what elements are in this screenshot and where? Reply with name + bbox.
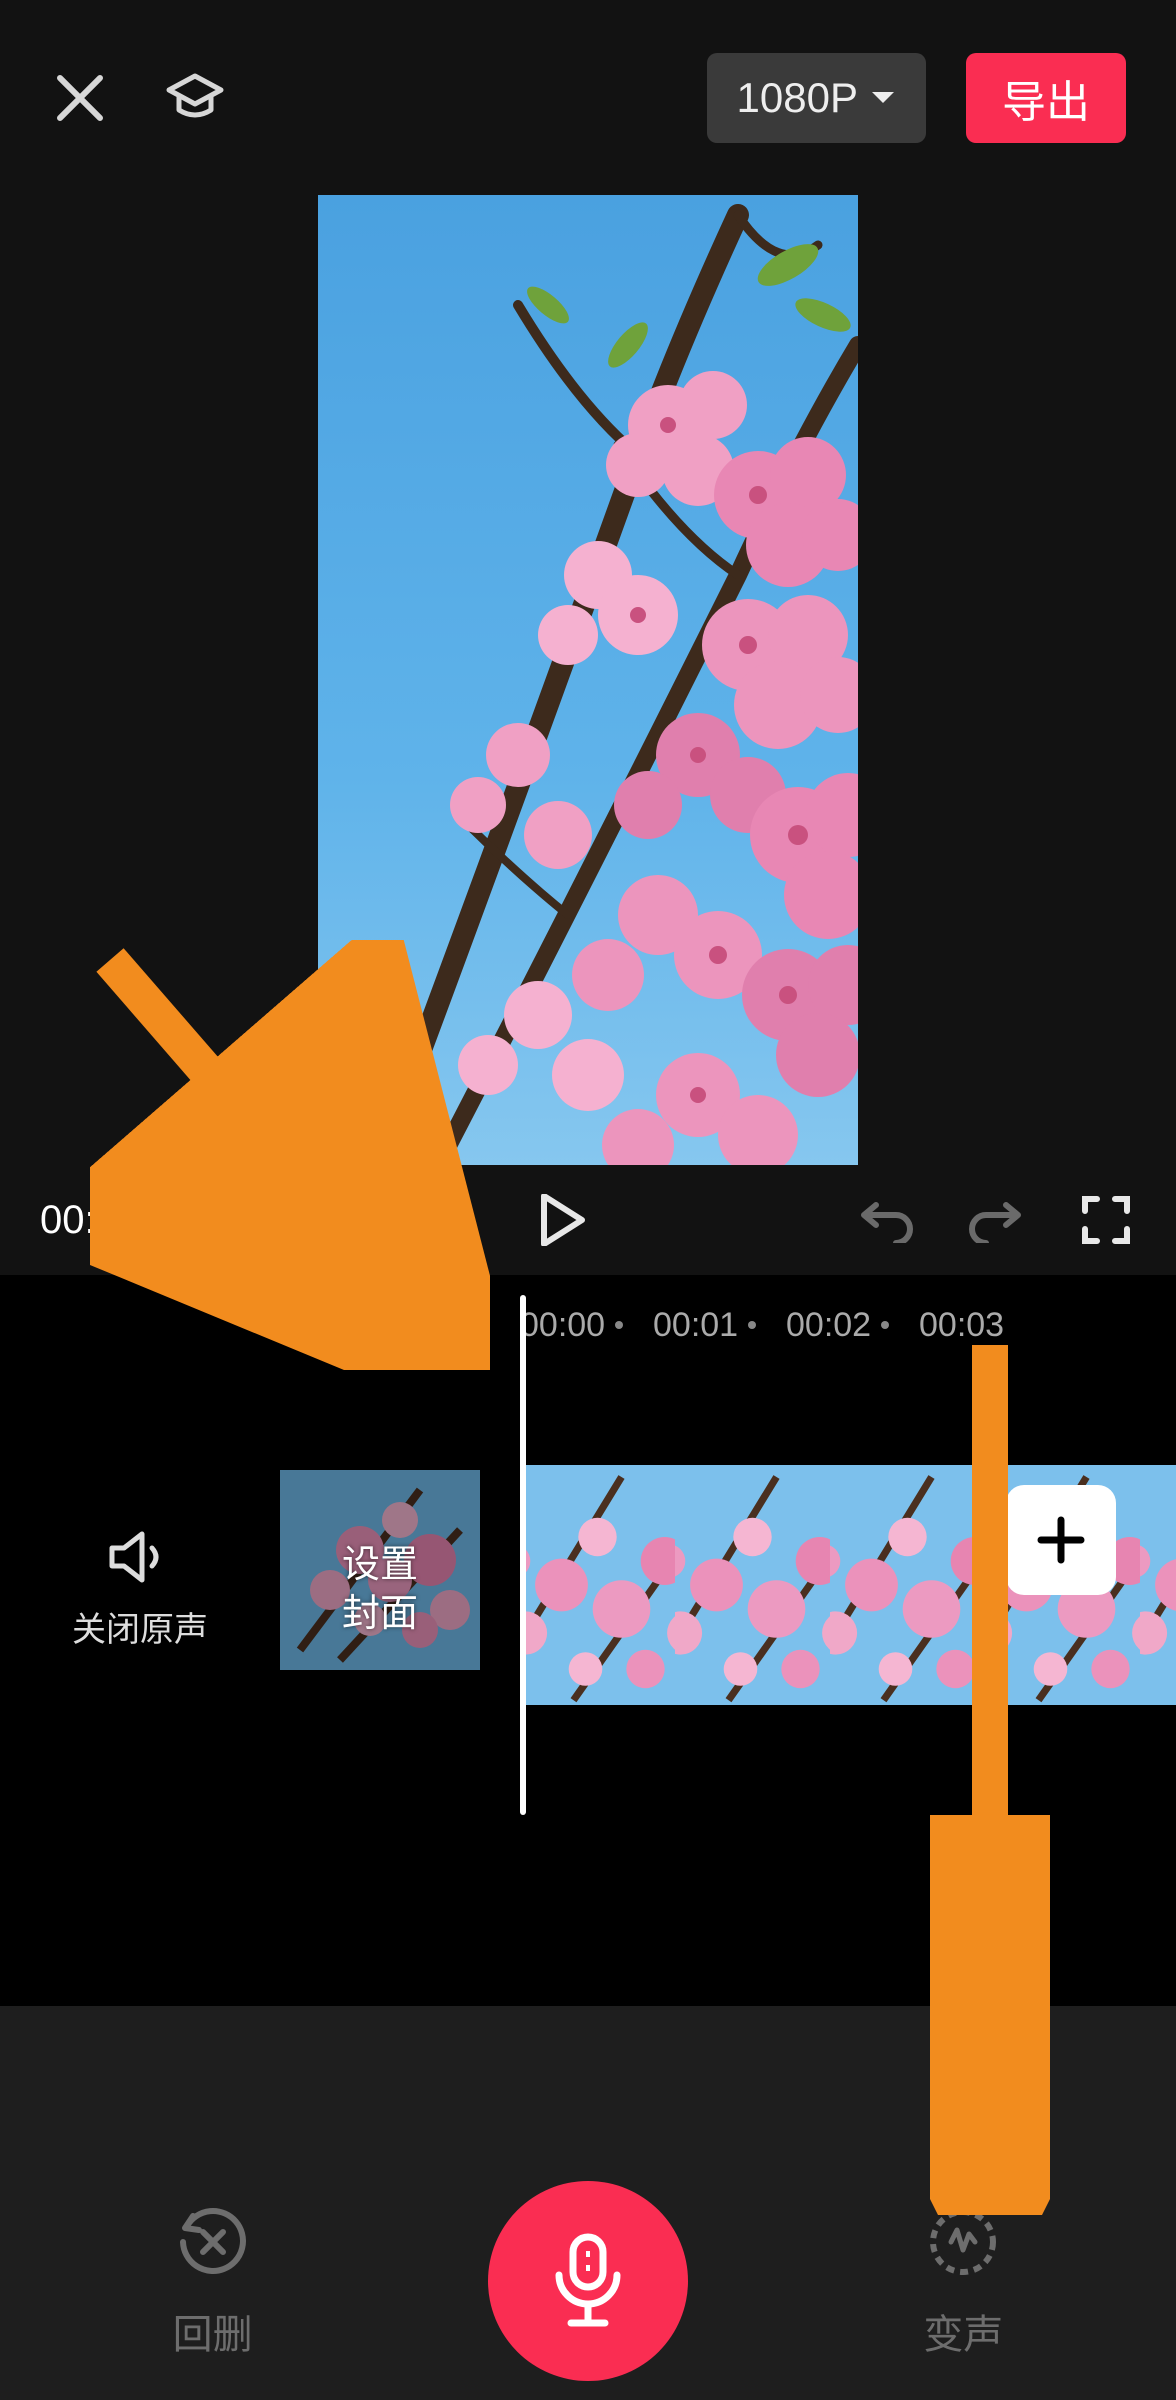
ruler-mark: 00:03 — [919, 1306, 1074, 1345]
undo-icon — [858, 1197, 914, 1243]
clip-frame[interactable] — [675, 1465, 830, 1705]
graduation-cap-icon — [165, 72, 225, 124]
record-button[interactable] — [488, 2181, 688, 2381]
header-bar: 1080P 导出 — [0, 0, 1176, 195]
duration: 00:11 — [173, 1198, 270, 1242]
play-icon — [540, 1194, 586, 1246]
add-clip-button[interactable] — [1006, 1485, 1116, 1595]
preview-content — [318, 195, 858, 1165]
speaker-icon — [108, 1530, 172, 1584]
redo-icon — [968, 1197, 1024, 1243]
tutorial-button[interactable] — [165, 68, 225, 128]
fullscreen-button[interactable] — [1076, 1190, 1136, 1250]
play-button[interactable] — [533, 1190, 593, 1250]
current-time: 00:00 — [40, 1198, 140, 1242]
resolution-label: 1080P — [737, 74, 858, 122]
ruler-mark: 00:01 — [653, 1306, 808, 1345]
microphone-icon — [543, 2231, 633, 2331]
plus-icon — [1033, 1512, 1089, 1568]
fullscreen-icon — [1081, 1195, 1131, 1245]
export-label: 导出 — [1002, 66, 1090, 130]
clip-frame[interactable] — [1140, 1465, 1176, 1705]
record-panel: 回删 变声 — [0, 2005, 1176, 2400]
voice-change-button[interactable]: 变声 — [813, 2202, 1113, 2360]
timeline[interactable]: 00:00 00:01 00:02 00:03 关闭原声 设置封面 — [0, 1275, 1176, 2005]
undo-button[interactable] — [856, 1190, 916, 1250]
close-icon — [54, 72, 106, 124]
ruler-mark: 00:00 — [520, 1306, 675, 1345]
record-undo-button[interactable]: 回删 — [63, 2202, 363, 2360]
resolution-dropdown[interactable]: 1080P — [707, 53, 926, 143]
time-ruler: 00:00 00:01 00:02 00:03 — [0, 1295, 1176, 1355]
voice-change-icon — [923, 2202, 1003, 2282]
clip-frame[interactable] — [520, 1465, 675, 1705]
ruler-mark: 00:02 — [786, 1306, 941, 1345]
undo-delete-icon — [173, 2202, 253, 2282]
mute-label: 关闭原声 — [72, 1602, 208, 1651]
preview-area — [0, 195, 1176, 1165]
export-button[interactable]: 导出 — [966, 53, 1126, 143]
record-undo-label: 回删 — [173, 2302, 253, 2360]
clip-frame[interactable] — [830, 1465, 985, 1705]
close-button[interactable] — [50, 68, 110, 128]
play-bar: 00:00 / 00:11 — [0, 1165, 1176, 1275]
redo-button[interactable] — [966, 1190, 1026, 1250]
video-preview[interactable] — [318, 195, 858, 1165]
set-cover-button[interactable]: 设置封面 — [280, 1470, 480, 1710]
voice-change-label: 变声 — [923, 2302, 1003, 2360]
mute-original-audio-button[interactable]: 关闭原声 — [0, 1530, 280, 1651]
cover-label: 设置封面 — [342, 1541, 418, 1640]
playhead[interactable] — [520, 1295, 526, 1815]
time-display: 00:00 / 00:11 — [40, 1198, 271, 1243]
chevron-down-icon — [870, 90, 896, 106]
